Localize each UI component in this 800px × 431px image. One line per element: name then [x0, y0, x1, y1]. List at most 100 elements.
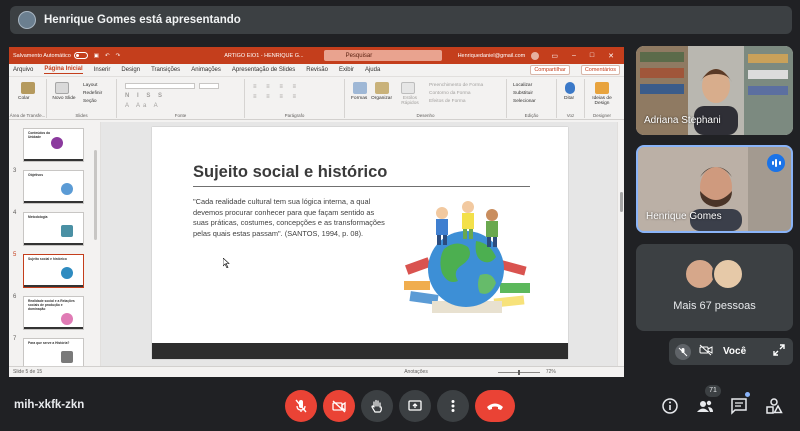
- maximize-icon[interactable]: □: [590, 52, 594, 60]
- current-slide[interactable]: Sujeito social e histórico "Cada realida…: [152, 127, 568, 359]
- tab-animacoes[interactable]: Animações: [191, 67, 221, 73]
- notes-button[interactable]: Anotações: [404, 369, 428, 375]
- shapes-icon[interactable]: [353, 82, 367, 94]
- thumbnail-row[interactable]: 4 Metodologia: [9, 210, 100, 248]
- thumbnail-row[interactable]: Conteúdos da Unidade: [9, 126, 100, 164]
- tab-pagina-inicial[interactable]: Página Inicial: [44, 66, 83, 74]
- editing-group: Localizar Substituir Selecionar Edição: [507, 79, 557, 118]
- participant-tile-active-speaker[interactable]: Henrique Gomes: [636, 145, 793, 233]
- redo-icon[interactable]: ↷: [116, 53, 121, 59]
- scrollbar-thumb[interactable]: [620, 192, 623, 212]
- group-label-clipboard: Área de Transfe...: [9, 113, 46, 118]
- participant-tile[interactable]: Adriana Stephani: [636, 46, 793, 135]
- expand-icon[interactable]: [773, 343, 785, 361]
- tab-exibir[interactable]: Exibir: [339, 67, 354, 73]
- self-view-pill[interactable]: Você: [669, 338, 793, 365]
- align-icons[interactable]: ≡ ≡ ≡ ≡: [253, 94, 300, 100]
- minimize-icon[interactable]: –: [572, 52, 576, 60]
- activities-button[interactable]: [764, 396, 784, 416]
- tab-ajuda[interactable]: Ajuda: [365, 67, 380, 73]
- replace-button[interactable]: Substituir: [513, 91, 533, 96]
- thumbnail-row[interactable]: 3 Objetivos: [9, 168, 100, 206]
- slide-thumbnail[interactable]: Conteúdos da Unidade: [23, 128, 84, 162]
- tab-arquivo[interactable]: Arquivo: [13, 67, 33, 73]
- tab-transicoes[interactable]: Transições: [151, 67, 180, 73]
- ppt-search-box[interactable]: Pesquisar: [323, 50, 442, 61]
- select-button[interactable]: Selecionar: [513, 99, 536, 104]
- slide-title-rule: [193, 186, 530, 187]
- find-button[interactable]: Localizar: [513, 83, 532, 88]
- clipboard-group: Colar Área de Transfe...: [9, 79, 47, 118]
- thumbnail-number: 7: [13, 336, 17, 342]
- more-participants-tile[interactable]: Mais 67 pessoas: [636, 244, 793, 331]
- slide-canvas: Sujeito social e histórico "Cada realida…: [101, 122, 624, 366]
- quick-styles-icon[interactable]: [401, 82, 415, 94]
- thumbnail-number: 6: [13, 294, 17, 300]
- ribbon-display-icon[interactable]: ▭: [551, 52, 558, 60]
- slide-footer-bar: [152, 343, 568, 359]
- zoom-slider[interactable]: [497, 369, 540, 375]
- activities-icon: [766, 398, 783, 414]
- mic-off-icon: [295, 399, 307, 413]
- people-icon: [697, 400, 713, 412]
- undo-icon[interactable]: ↶: [105, 53, 110, 59]
- tab-design[interactable]: Design: [121, 67, 140, 73]
- thumbnail-row[interactable]: 7 Para que serve a História?: [9, 336, 100, 366]
- dictate-icon[interactable]: [565, 82, 575, 94]
- ppt-ribbon: Colar Área de Transfe... Novo Slide Layo…: [9, 77, 624, 120]
- slide-thumbnail[interactable]: Realidade social e a Relações sociais de…: [23, 296, 84, 330]
- thumbnail-row[interactable]: 5 Sujeito social e histórico: [9, 252, 100, 290]
- close-icon[interactable]: ✕: [608, 52, 614, 60]
- thumbnail-image: [61, 313, 73, 325]
- slide-thumbnail-selected[interactable]: Sujeito social e histórico: [23, 254, 84, 288]
- shape-outline-button[interactable]: Contorno da Forma: [429, 91, 471, 96]
- tab-apresentacao[interactable]: Apresentação de Slides: [232, 67, 295, 73]
- font-group: N I S S A Aa A Fonte: [117, 79, 245, 118]
- thumbnail-row[interactable]: 6 Realidade social e a Relações sociais …: [9, 294, 100, 332]
- reset-button[interactable]: Redefinir: [83, 91, 102, 96]
- slide-thumbnail[interactable]: Para que serve a História?: [23, 338, 84, 366]
- list-icons[interactable]: ≡ ≡ ≡ ≡: [253, 84, 300, 90]
- camera-off-icon: [699, 343, 713, 361]
- save-icon[interactable]: ▣: [94, 53, 99, 59]
- arrange-icon[interactable]: [375, 82, 389, 94]
- camera-toggle-button[interactable]: [323, 390, 355, 422]
- slide-thumbnail[interactable]: Metodologia: [23, 212, 84, 246]
- thumbnails-scrollbar[interactable]: [94, 150, 97, 240]
- slide-thumbnail[interactable]: Objetivos: [23, 170, 84, 204]
- ppt-body: Conteúdos da Unidade 3 Objetivos 4 Metod…: [9, 122, 624, 366]
- people-button[interactable]: [695, 396, 715, 416]
- section-button[interactable]: Seção: [83, 99, 97, 104]
- present-now-button[interactable]: [399, 390, 431, 422]
- shared-screen: Salvamento Automático ▣ ↶ ↷ ARTIGO EIO1 …: [9, 47, 624, 377]
- meeting-details-button[interactable]: [660, 396, 680, 416]
- font-format-icons[interactable]: N I S S: [125, 93, 165, 99]
- slide-scrollbar[interactable]: [617, 122, 624, 366]
- shape-effects-button[interactable]: Efeitos de Forma: [429, 99, 466, 104]
- thumbnail-number: 5: [13, 252, 17, 258]
- layout-button[interactable]: Layout: [83, 83, 97, 88]
- shape-fill-button[interactable]: Preenchimento de Forma: [429, 83, 483, 88]
- comments-button[interactable]: Comentários: [580, 65, 620, 75]
- raise-hand-button[interactable]: [361, 390, 393, 422]
- font-name-box[interactable]: [125, 83, 195, 89]
- account-avatar[interactable]: [531, 51, 540, 60]
- font-color-icons[interactable]: A Aa A: [125, 103, 161, 109]
- tab-revisao[interactable]: Revisão: [306, 67, 328, 73]
- font-size-box[interactable]: [199, 83, 219, 89]
- zoom-level[interactable]: 72%: [546, 369, 556, 375]
- autosave[interactable]: Salvamento Automático: [13, 52, 88, 59]
- new-slide-icon[interactable]: [55, 82, 69, 94]
- design-ideas-icon[interactable]: [595, 82, 609, 94]
- more-options-button[interactable]: [437, 390, 469, 422]
- paragraph-group: ≡ ≡ ≡ ≡ ≡ ≡ ≡ ≡ Parágrafo: [245, 79, 345, 118]
- present-screen-icon: [408, 400, 422, 411]
- microphone-toggle-button[interactable]: [285, 390, 317, 422]
- paste-icon[interactable]: [21, 82, 35, 94]
- autosave-toggle[interactable]: [73, 52, 88, 59]
- share-button[interactable]: Compartilhar: [530, 65, 570, 75]
- leave-call-button[interactable]: [475, 390, 515, 422]
- more-vert-icon: [451, 400, 455, 412]
- tab-inserir[interactable]: Inserir: [94, 67, 111, 73]
- chat-button[interactable]: [729, 396, 749, 416]
